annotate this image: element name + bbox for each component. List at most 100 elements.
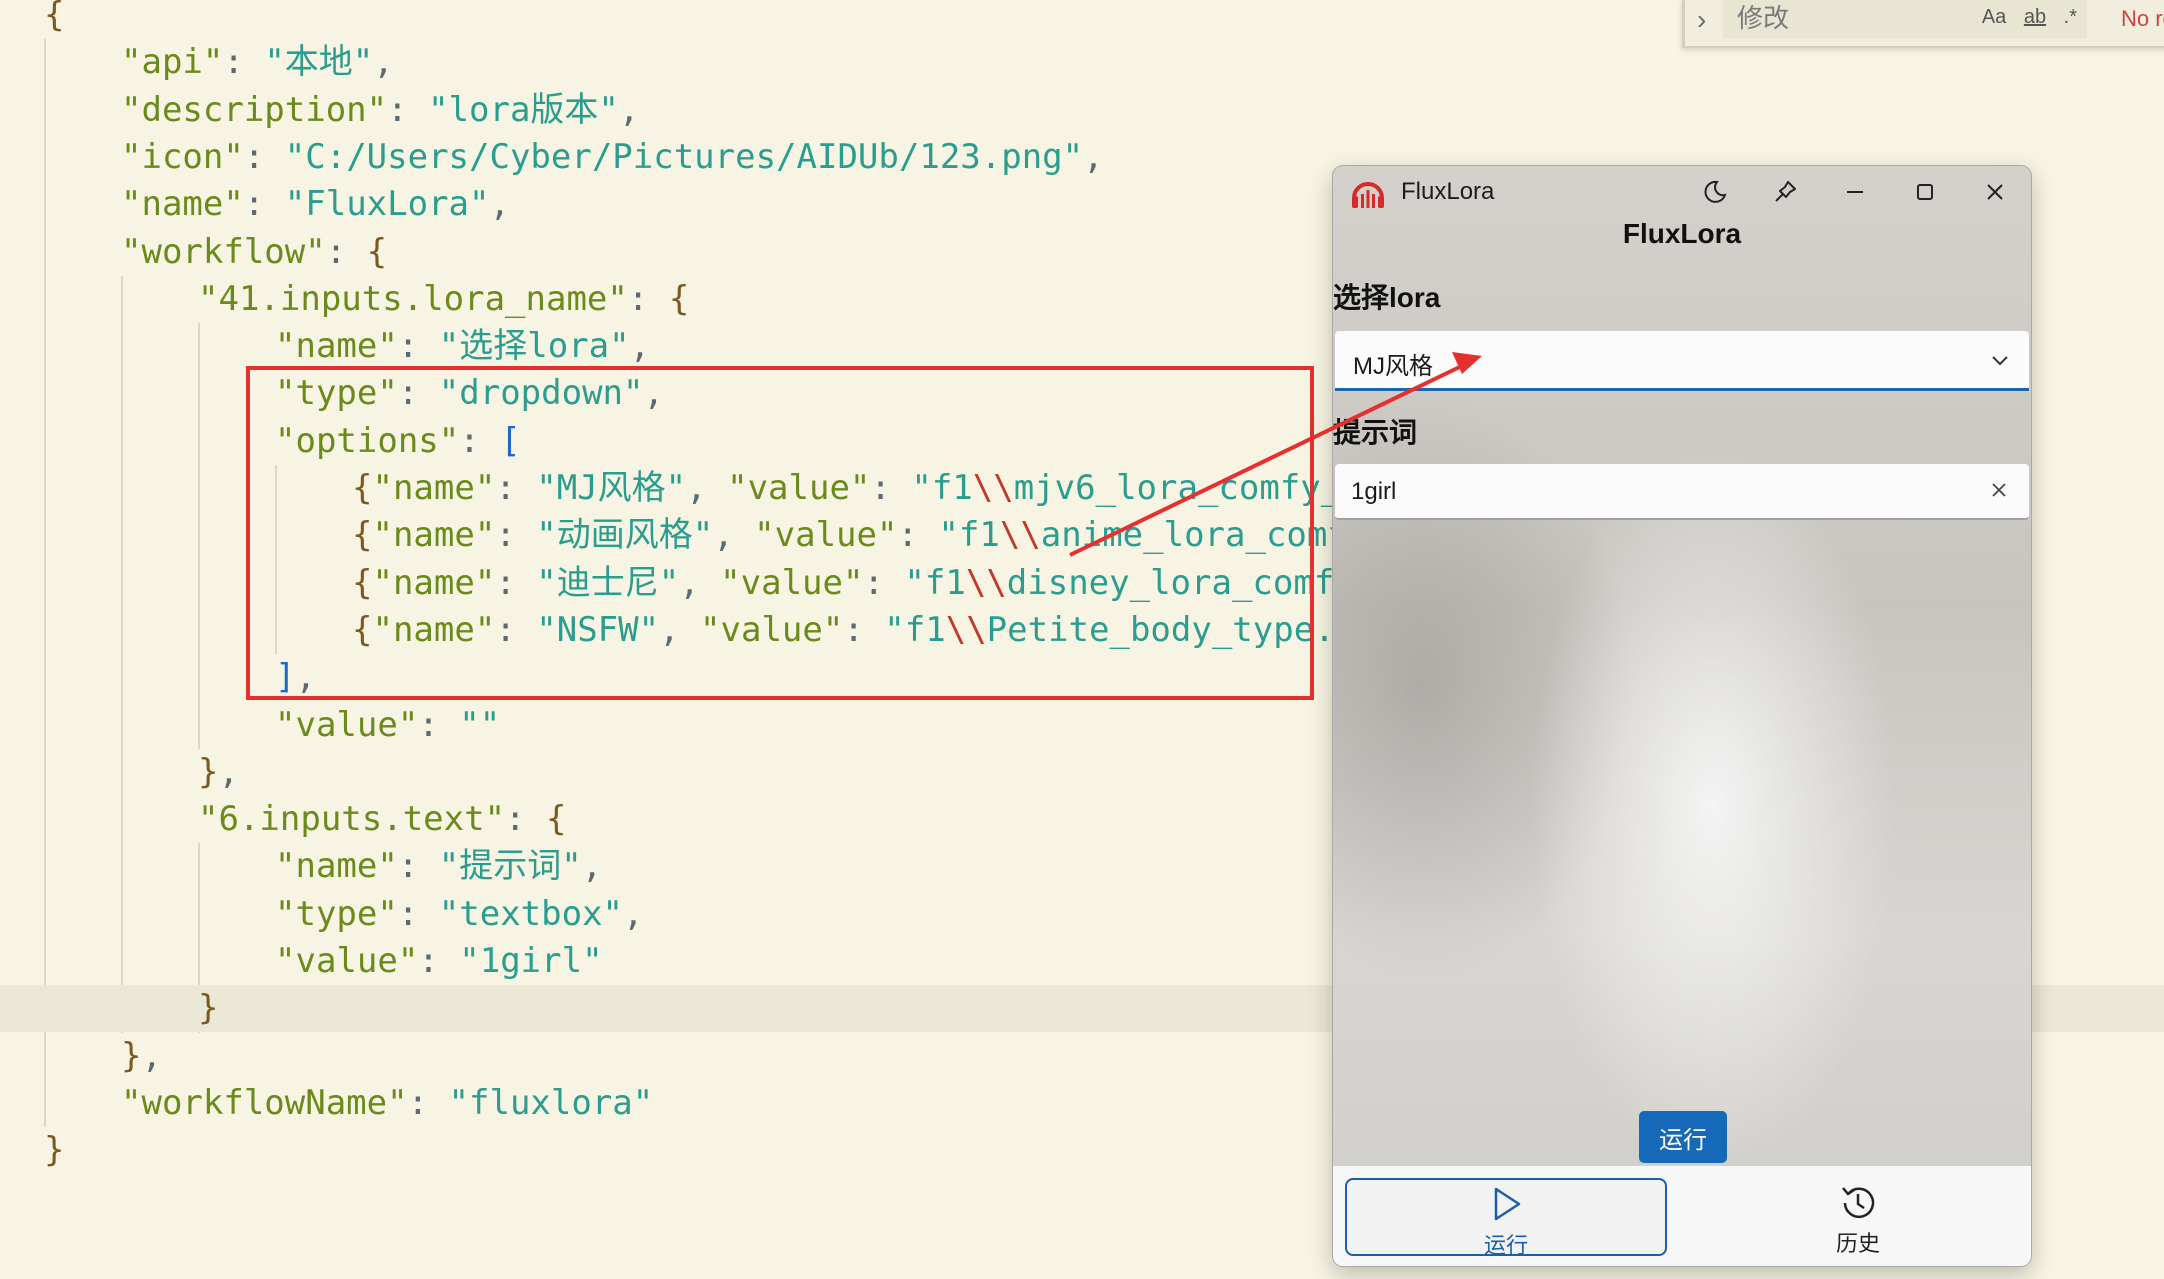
code-token: "f1	[904, 562, 966, 603]
code-line-text: },	[198, 749, 239, 796]
code-token: :	[459, 420, 501, 461]
code-token: "C:/Users/Cyber/Pictures/AIDUb/123.png"	[284, 136, 1084, 177]
code-token: :	[505, 799, 546, 840]
code-token: :	[397, 373, 439, 414]
code-line-text: }	[44, 1127, 64, 1174]
code-line-text: {	[44, 0, 64, 39]
code-token: "迪士尼"	[536, 562, 680, 603]
code-token: \\	[945, 609, 987, 650]
code-token: "description"	[121, 89, 388, 130]
code-token: "本地"	[264, 42, 374, 83]
code-token: "value"	[754, 515, 898, 556]
moon-icon	[1704, 180, 1727, 203]
code-line-text: "name": "提示词",	[275, 843, 602, 890]
close-icon	[1987, 184, 2003, 200]
code-line-text: "value": ""	[275, 702, 500, 749]
chevron-right-icon[interactable]: ›	[1697, 4, 1706, 36]
pin-button[interactable]	[1765, 174, 1805, 210]
code-token: ,	[623, 893, 644, 934]
code-line-text: "workflowName": "fluxlora"	[121, 1080, 653, 1127]
close-button[interactable]	[1975, 174, 2015, 210]
code-token: ,	[629, 326, 651, 367]
code-token: }	[121, 1035, 142, 1076]
code-token: "FluxLora"	[284, 184, 490, 225]
prompt-input[interactable]: 1girl	[1335, 464, 2029, 520]
code-token: :	[243, 136, 285, 177]
code-token: "1girl"	[459, 941, 603, 981]
code-token: :	[495, 562, 537, 603]
theme-toggle-button[interactable]	[1695, 174, 1735, 210]
maximize-icon	[1917, 184, 1933, 200]
lora-label: 选择lora	[1333, 282, 1441, 313]
code-token: :	[627, 278, 669, 319]
title-bar[interactable]: FluxLora	[1333, 166, 2031, 218]
code-token: ,	[679, 562, 721, 603]
clear-icon[interactable]	[1989, 480, 2009, 500]
code-token: ,	[581, 846, 603, 887]
code-line[interactable]: "description": "lora版本",	[0, 87, 2164, 134]
history-icon	[1842, 1187, 1875, 1219]
code-token: ,	[295, 657, 316, 698]
nav-run-tab[interactable]: 运行	[1345, 1178, 1667, 1258]
code-line-text: }	[198, 985, 218, 1032]
code-line-text: "workflow": {	[121, 229, 387, 276]
match-word-toggle[interactable]: ab	[2024, 6, 2046, 28]
code-token: ,	[618, 89, 640, 130]
nav-history-tab[interactable]: 历史	[1697, 1178, 2019, 1256]
code-line-text: "name": "FluxLora",	[121, 181, 510, 228]
code-line-text: "6.inputs.text": {	[198, 796, 566, 843]
code-token: "name"	[372, 515, 496, 556]
code-token: "f1	[911, 468, 973, 508]
code-token: "name"	[275, 326, 398, 367]
code-line-text: "41.inputs.lora_name": {	[198, 276, 689, 323]
code-line-text: ],	[275, 654, 316, 701]
code-token: "name"	[372, 562, 496, 603]
find-result-status: No re	[2121, 6, 2164, 31]
fluxlora-window: FluxLora FluxLora 选择lora MJ风格 提示词 1girl …	[1333, 166, 2031, 1266]
code-token: }	[44, 1130, 65, 1171]
lora-selected-value: MJ风格	[1353, 353, 1433, 380]
code-token: {	[352, 468, 373, 508]
code-token: :	[325, 231, 367, 272]
code-token: }	[198, 751, 219, 792]
code-token: :	[387, 89, 429, 130]
code-token: mjv6_lora_comfy_co	[1013, 468, 1383, 508]
code-token: {	[352, 515, 373, 556]
maximize-button[interactable]	[1905, 174, 1945, 210]
code-token: {	[366, 231, 388, 272]
code-token: "name"	[372, 468, 496, 508]
lora-dropdown[interactable]: MJ风格	[1335, 331, 2029, 391]
minimize-button[interactable]	[1835, 174, 1875, 210]
code-token: "f1	[884, 609, 946, 650]
code-token: :	[223, 42, 265, 83]
code-token: "name"	[275, 846, 398, 887]
code-token: ,	[373, 42, 394, 83]
code-line-text: "value": "1girl"	[275, 938, 603, 985]
play-icon	[1494, 1187, 1521, 1221]
code-token: :	[418, 704, 460, 745]
chevron-down-icon	[1992, 356, 2008, 366]
prompt-label: 提示词	[1333, 417, 1418, 448]
code-token: "value"	[727, 468, 871, 508]
regex-toggle[interactable]: .*	[2064, 6, 2077, 28]
match-case-toggle[interactable]: Aa	[1982, 6, 2006, 28]
code-line-text: {"name": "动画风格", "value": "f1\\anime_lor…	[352, 512, 1389, 559]
code-token: }	[198, 988, 219, 1029]
code-token: ,	[1083, 136, 1104, 177]
code-token: "options"	[275, 420, 460, 461]
code-token: ,	[659, 609, 701, 650]
code-token: \\	[965, 562, 1007, 603]
code-token: ""	[459, 704, 501, 745]
code-token: "name"	[121, 184, 244, 225]
code-token: "6.inputs.text"	[198, 799, 506, 840]
run-button[interactable]: 运行	[1639, 1111, 1727, 1163]
code-token: \\	[972, 468, 1014, 508]
pin-icon	[1775, 181, 1796, 202]
window-title: FluxLora	[1401, 178, 1495, 205]
code-token: :	[397, 326, 439, 367]
code-token: {	[668, 278, 690, 319]
code-token: \\	[999, 515, 1041, 556]
code-token: ,	[713, 515, 755, 556]
code-token: "workflow"	[121, 231, 326, 272]
find-options: Aa ab .*	[1970, 6, 2077, 29]
